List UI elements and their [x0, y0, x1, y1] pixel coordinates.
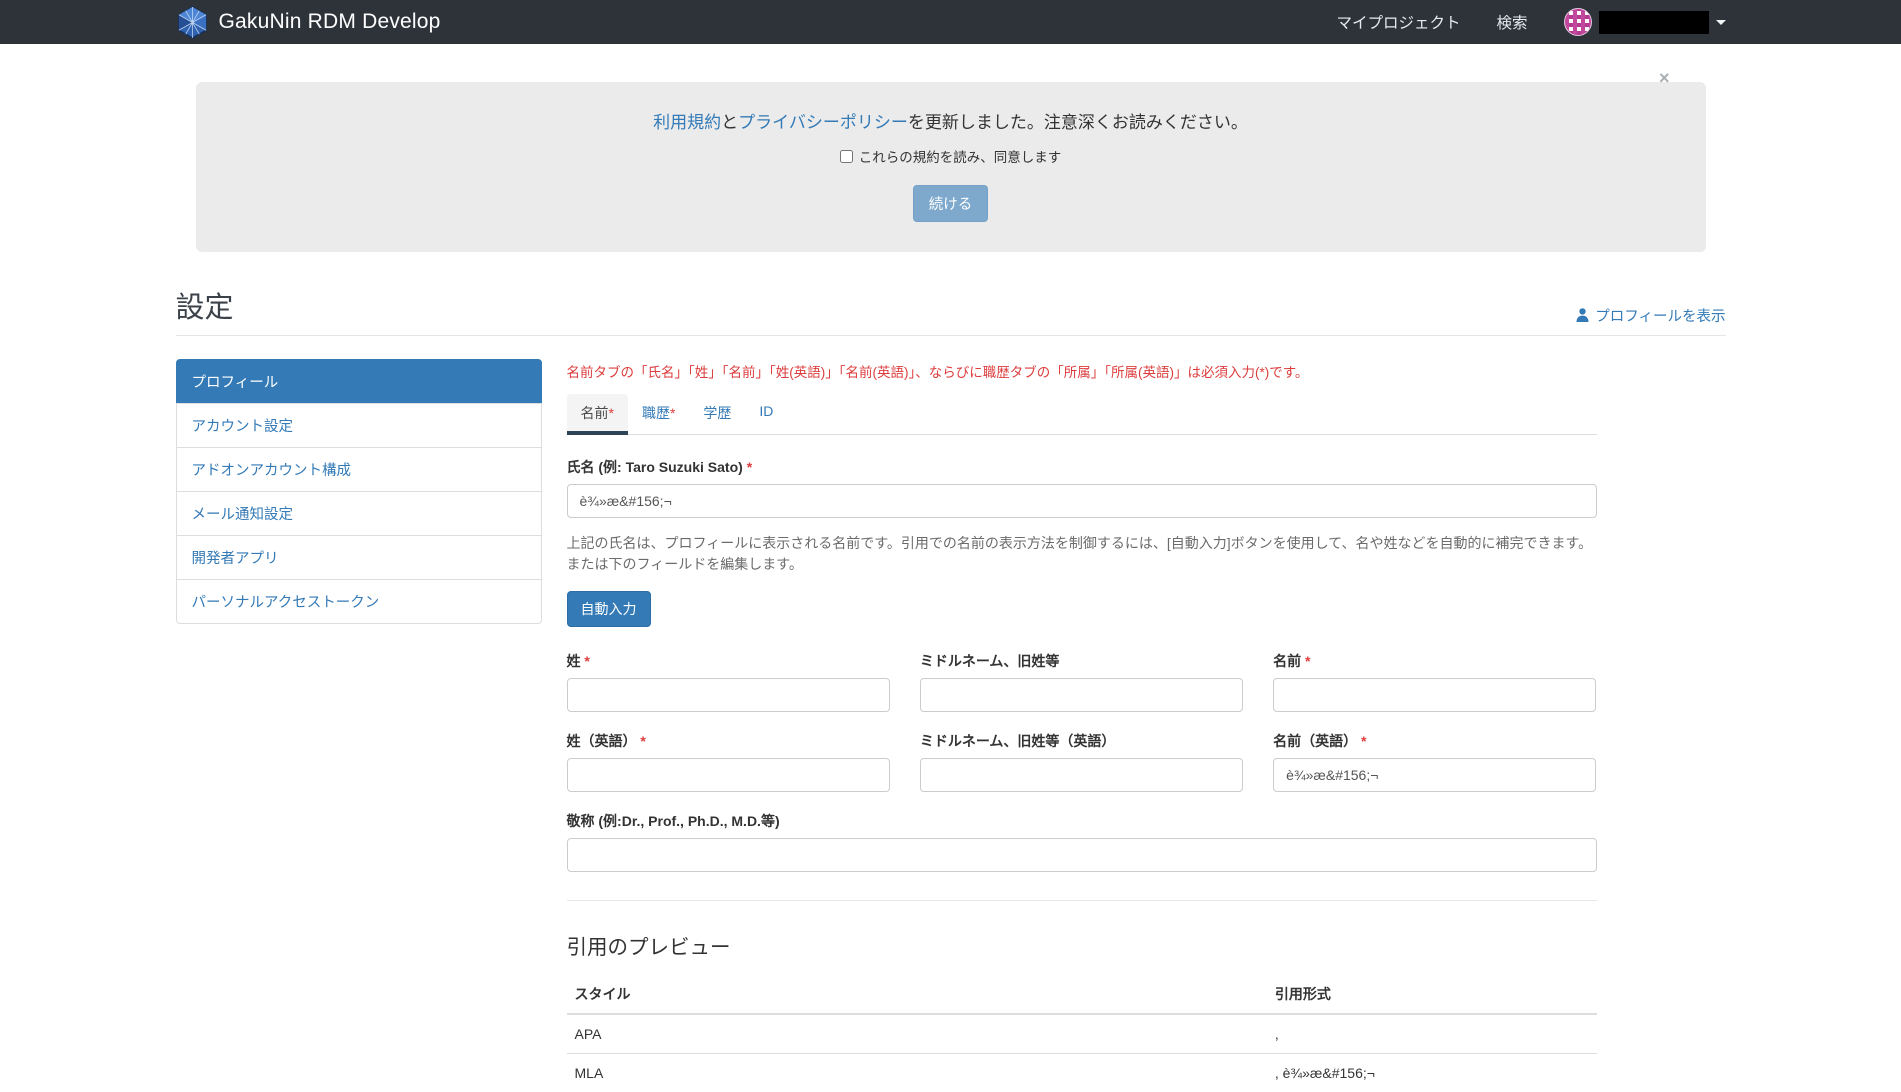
family-name-en-label: 姓（英語） * — [566, 732, 646, 749]
column-header-style: スタイル — [566, 974, 1267, 1015]
tab-employment[interactable]: 職歴* — [628, 394, 689, 435]
brand-title: GakuNin RDM Develop — [218, 10, 441, 33]
citation-format-cell: , — [1266, 1013, 1597, 1054]
given-name-en-input[interactable] — [1273, 757, 1597, 792]
suffix-input[interactable] — [566, 837, 1597, 872]
suffix-label: 敬称 (例:Dr., Prof., Ph.D., M.D.等) — [566, 812, 780, 829]
gakunin-rdm-logo-icon — [177, 5, 207, 39]
table-row-mla: MLA , è¾»æ&#156;¬ — [566, 1052, 1597, 1092]
profile-settings-panel: 名前タブの「氏名」「姓」「名前」「姓(英語)」「名前(英語)」、ならびに職歴タブ… — [566, 359, 1597, 1092]
middle-names-input[interactable] — [919, 677, 1244, 712]
sidebar-item-email-notifications[interactable]: メール通知設定 — [175, 490, 542, 536]
citation-style-cell: MLA — [566, 1052, 1267, 1092]
profile-tabs: 名前* 職歴* 学歴 ID — [566, 393, 1597, 435]
given-name-input[interactable] — [1273, 677, 1597, 712]
terms-update-banner: × 利用規約とプライバシーポリシーを更新しました。注意深くお読みください。 これ… — [195, 69, 1706, 252]
citation-preview-table: スタイル 引用形式 APA , MLA , è¾»æ&#156;¬ — [566, 974, 1597, 1092]
terms-msg-tail: を更新しました。注意深くお読みください。 — [907, 113, 1248, 132]
required-asterisk: * — [669, 404, 676, 421]
section-divider — [566, 899, 1597, 901]
required-asterisk: * — [640, 732, 646, 749]
caret-down-icon — [1715, 19, 1726, 25]
given-name-label: 名前 * — [1273, 652, 1311, 669]
given-name-en-label: 名前（英語） * — [1273, 732, 1367, 749]
sidebar-item-developer-apps[interactable]: 開発者アプリ — [175, 534, 542, 580]
required-asterisk: * — [608, 404, 614, 421]
full-name-input[interactable] — [566, 483, 1597, 518]
agree-checkbox-label: これらの規約を読み、同意します — [858, 150, 1062, 165]
required-fields-note: 名前タブの「氏名」「姓」「名前」「姓(英語)」「名前(英語)」、ならびに職歴タブ… — [566, 364, 1309, 380]
sidebar-item-personal-access-tokens[interactable]: パーソナルアクセストークン — [175, 578, 542, 624]
full-name-label: 氏名 (例: Taro Suzuki Sato) * — [566, 458, 753, 475]
middle-names-en-label: ミドルネーム、旧姓等（英語） — [919, 732, 1116, 749]
sidebar-item-profile[interactable]: プロフィール — [175, 358, 542, 404]
agree-terms-checkbox[interactable] — [839, 149, 853, 163]
continue-button[interactable]: 続ける — [912, 184, 989, 222]
redacted-username — [1598, 10, 1709, 34]
sidebar-item-addon-accounts[interactable]: アドオンアカウント構成 — [175, 446, 542, 492]
agree-checkbox-row: これらの規約を読み、同意します — [839, 146, 1062, 166]
citation-preview-title: 引用のプレビュー — [566, 935, 731, 959]
required-asterisk: * — [1361, 732, 1367, 749]
terms-of-use-link[interactable]: 利用規約 — [653, 113, 721, 132]
top-navbar: GakuNin RDM Develop マイプロジェクト 検索 — [0, 0, 1901, 44]
brand-link[interactable]: GakuNin RDM Develop — [176, 5, 441, 39]
page-title: 設定 — [175, 291, 234, 324]
tab-education[interactable]: 学歴 — [689, 394, 745, 435]
full-name-help-text: 上記の氏名は、プロフィールに表示される名前です。引用での名前の表示方法を制御する… — [566, 534, 1593, 573]
family-name-en-input[interactable] — [566, 757, 890, 792]
middle-names-en-input[interactable] — [919, 757, 1244, 792]
user-avatar-identicon — [1563, 8, 1592, 36]
view-profile-link[interactable]: プロフィールを表示 — [1576, 305, 1726, 326]
family-name-input[interactable] — [566, 677, 890, 712]
view-profile-label: プロフィールを表示 — [1595, 308, 1726, 325]
nav-search-link[interactable]: 検索 — [1496, 11, 1527, 33]
terms-update-message: 利用規約とプライバシーポリシーを更新しました。注意深くお読みください。 — [216, 108, 1686, 133]
table-row-apa: APA , — [566, 1013, 1597, 1054]
header-divider — [175, 334, 1726, 336]
settings-sidebar: プロフィール アカウント設定 アドオンアカウント構成 メール通知設定 開発者アプ… — [175, 358, 542, 624]
required-asterisk: * — [746, 458, 753, 475]
family-name-label: 姓 * — [566, 652, 590, 669]
person-icon — [1576, 308, 1589, 322]
terms-msg-mid: と — [721, 113, 739, 132]
autofill-button[interactable]: 自動入力 — [566, 590, 651, 627]
close-icon[interactable]: × — [1659, 69, 1670, 87]
citation-format-cell: , è¾»æ&#156;¬ — [1266, 1052, 1597, 1092]
nav-my-projects-link[interactable]: マイプロジェクト — [1336, 11, 1460, 33]
middle-names-label: ミドルネーム、旧姓等 — [919, 652, 1060, 669]
user-menu-toggle[interactable] — [1563, 8, 1726, 36]
tab-name[interactable]: 名前* — [566, 393, 628, 435]
citation-style-cell: APA — [566, 1013, 1267, 1054]
required-asterisk: * — [584, 652, 590, 669]
sidebar-item-account-settings[interactable]: アカウント設定 — [175, 402, 542, 448]
citation-header-row: スタイル 引用形式 — [566, 974, 1597, 1015]
privacy-policy-link[interactable]: プライバシーポリシー — [738, 113, 908, 132]
tab-id[interactable]: ID — [745, 394, 787, 435]
column-header-citation-format: 引用形式 — [1266, 974, 1597, 1015]
required-asterisk: * — [1305, 652, 1311, 669]
